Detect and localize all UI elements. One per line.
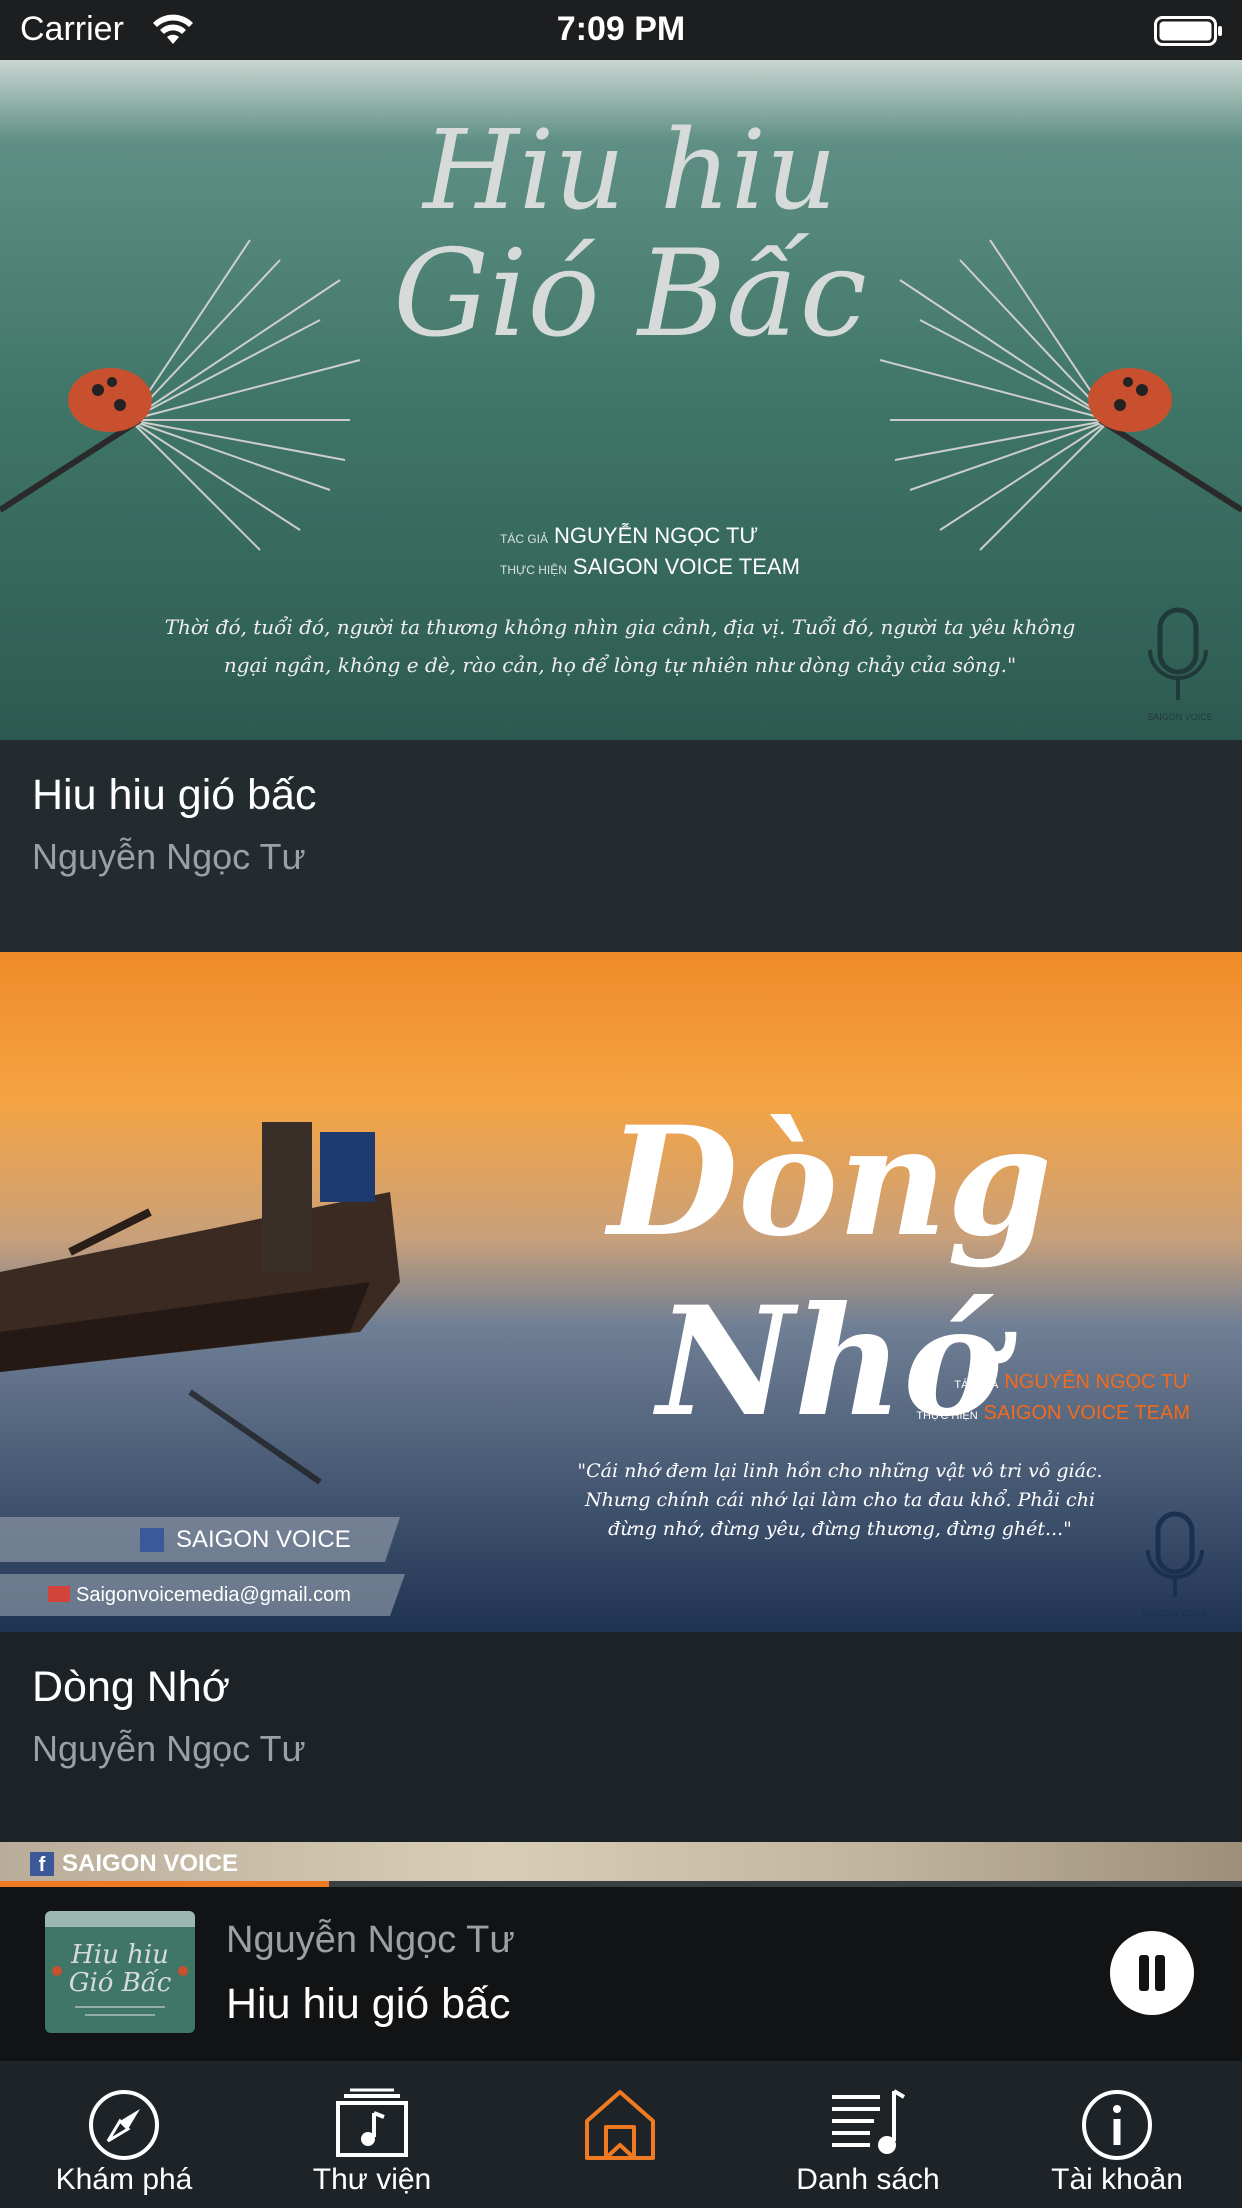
cover-title-art: Hiu hiu Gió Bấc xyxy=(350,110,910,360)
svg-text:Hiu hiu: Hiu hiu xyxy=(70,1940,169,1970)
status-bar: Carrier 7:09 PM xyxy=(0,0,1242,60)
credit-author-label: TÁC GIẢ xyxy=(500,532,549,546)
mini-player-title: Hiu hiu gió bấc xyxy=(226,1980,511,2028)
home-icon xyxy=(585,2090,655,2160)
playlist-icon xyxy=(832,2089,906,2154)
audiobook-card[interactable]: Hiu hiu Gió Bấc TÁC GIẢ NGUYỄN NGỌC TƯ TH… xyxy=(0,60,1242,952)
cover-facebook: SAIGON VOICE xyxy=(176,1526,351,1553)
compass-icon xyxy=(89,2090,159,2160)
music-library-icon xyxy=(336,2088,408,2157)
tab-label: Thư viện xyxy=(312,2163,432,2196)
book-author: Nguyễn Ngọc Tư xyxy=(32,1728,306,1769)
audiobook-feed[interactable]: Hiu hiu Gió Bấc TÁC GIẢ NGUYỄN NGỌC TƯ TH… xyxy=(0,60,1242,1885)
tab-tai-khoan[interactable]: Tài khoản xyxy=(992,2061,1242,2208)
cover-quote: "Cái nhớ đem lại linh hồn cho những vật … xyxy=(540,1457,1140,1544)
quote-line-3: đừng nhớ, đừng yêu, đừng thương, đừng gh… xyxy=(608,1518,1072,1540)
credit-author: NGUYỄN NGỌC TƯ xyxy=(1004,1371,1190,1393)
mini-player-artwork[interactable]: Hiu hiu Gió Bấc xyxy=(45,1911,195,2033)
status-time: 7:09 PM xyxy=(556,10,686,48)
cover-quote: Thời đó, tuổi đó, người ta thương không … xyxy=(150,608,1090,684)
tab-label: Khám phá xyxy=(55,2163,193,2196)
info-icon xyxy=(1082,2090,1152,2160)
mini-player[interactable]: Hiu hiu Gió Bấc Nguyễn Ngọc Tư Hiu hiu g… xyxy=(0,1887,1242,2061)
svg-text:Gió Bấc: Gió Bấc xyxy=(69,1968,172,1998)
battery-icon xyxy=(1154,16,1222,46)
cover-credits: TÁC GIẢ NGUYỄN NGỌC TƯ THỰC HIỆN SAIGON VO… xyxy=(500,522,800,584)
tab-label: Tài khoản xyxy=(1051,2163,1183,2196)
book-author: Nguyễn Ngọc Tư xyxy=(32,836,306,877)
book-title: Hiu hiu gió bấc xyxy=(32,771,317,819)
cover-image[interactable]: f SAIGON VOICE xyxy=(0,1842,1242,1885)
cover-logo: SAIGON VOICE xyxy=(1142,1608,1208,1618)
tab-bar: Khám phá Thư viện Danh sách Tài khoản xyxy=(0,2061,1242,2208)
cover-facebook: SAIGON VOICE xyxy=(62,1850,239,1877)
tab-thu-vien[interactable]: Thư viện xyxy=(248,2061,496,2208)
credit-team: SAIGON VOICE TEAM xyxy=(983,1402,1190,1424)
pause-button[interactable] xyxy=(1110,1931,1194,2015)
credit-author: NGUYỄN NGỌC TƯ xyxy=(554,523,759,548)
cover-credits: TÁC GIẢ NGUYỄN NGỌC TƯ THỰC HIỆN SAIGON VO… xyxy=(870,1368,1190,1430)
tab-label: Danh sách xyxy=(796,2163,940,2196)
tab-danh-sach[interactable]: Danh sách xyxy=(744,2061,992,2208)
audiobook-card[interactable]: Dòng Nhớ TÁC GIẢ NGUYỄN NGỌC TƯ THỰC HIỆN… xyxy=(0,952,1242,1842)
quote-line-2: ngại ngần, không e dè, rào cản, họ để lò… xyxy=(223,653,1017,677)
cover-image[interactable]: Hiu hiu Gió Bấc TÁC GIẢ NGUYỄN NGỌC TƯ TH… xyxy=(0,60,1242,740)
mini-player-author: Nguyễn Ngọc Tư xyxy=(226,1919,515,1961)
cover-image[interactable]: Dòng Nhớ TÁC GIẢ NGUYỄN NGỌC TƯ THỰC HIỆN… xyxy=(0,952,1242,1632)
credit-author-label: TÁC GIẢ xyxy=(954,1379,999,1391)
facebook-icon: f xyxy=(30,1852,54,1876)
cover-title-line-1: Hiu hiu xyxy=(423,106,837,234)
quote-line-1: Thời đó, tuổi đó, người ta thương không … xyxy=(164,615,1076,639)
audiobook-card[interactable]: f SAIGON VOICE xyxy=(0,1842,1242,1885)
credit-team-label: THỰC HIỆN xyxy=(916,1410,978,1422)
credit-team-label: THỰC HIỆN xyxy=(500,563,567,577)
cover-logo: SAIGON VOICE xyxy=(1147,712,1213,722)
cover-title-line-2: Gió Bấc xyxy=(393,225,867,364)
tab-kham-pha[interactable]: Khám phá xyxy=(0,2061,248,2208)
book-title: Dòng Nhớ xyxy=(32,1663,230,1711)
tab-home[interactable] xyxy=(496,2061,744,2208)
quote-line-2: Nhưng chính cái nhớ lại làm cho ta đau k… xyxy=(584,1489,1096,1511)
cover-email: Saigonvoicemedia@gmail.com xyxy=(76,1584,351,1606)
quote-line-1: "Cái nhớ đem lại linh hồn cho những vật … xyxy=(577,1460,1103,1482)
credit-team: SAIGON VOICE TEAM xyxy=(572,554,800,579)
